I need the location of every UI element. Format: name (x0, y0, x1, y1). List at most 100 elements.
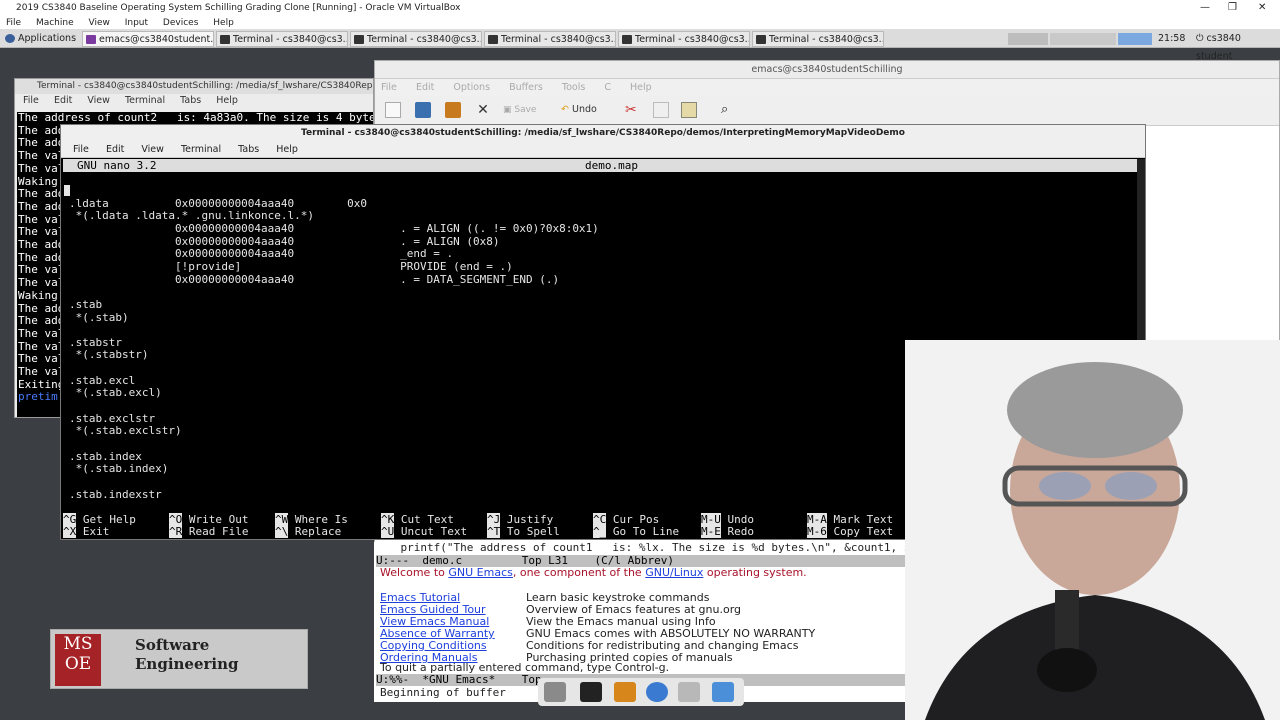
nano-menu-tabs[interactable]: Tabs (238, 144, 259, 155)
emacs-menu-buffers[interactable]: Buffers (509, 82, 543, 93)
task-terminal-2[interactable]: Terminal - cs3840@cs3... (350, 31, 482, 47)
bg-menu-view[interactable]: View (87, 95, 110, 106)
vb-menu-machine[interactable]: Machine (36, 18, 74, 28)
nano-window-title: Terminal - cs3840@cs3840studentSchilling… (61, 125, 1145, 141)
task-terminal-5[interactable]: Terminal - cs3840@cs3... (752, 31, 884, 47)
nano-filename: demo.map (585, 159, 638, 172)
nano-menu-help[interactable]: Help (276, 144, 298, 155)
nano-shortcut[interactable]: ^U Uncut Text (381, 525, 468, 539)
task-terminal-4[interactable]: Terminal - cs3840@cs3... (618, 31, 750, 47)
terminal-launcher-icon[interactable] (580, 682, 602, 702)
search-icon[interactable]: ⌕ (721, 102, 737, 118)
nano-shortcut[interactable]: M-6 Copy Text (807, 525, 894, 539)
vb-menu-file[interactable]: File (6, 18, 21, 28)
dired-icon[interactable] (445, 102, 461, 118)
workspace-switcher-2[interactable] (1050, 33, 1116, 45)
gnu-emacs-link[interactable]: GNU Emacs (448, 566, 513, 579)
undo-icon: ↶ (561, 104, 569, 115)
msoe-logo-text: Software Engineering (135, 636, 239, 673)
task-terminal-3[interactable]: Terminal - cs3840@cs3... (484, 31, 616, 47)
shortcut-label: Replace (294, 525, 342, 538)
emacs-menu-tools[interactable]: Tools (562, 82, 585, 93)
vb-menu-devices[interactable]: Devices (163, 18, 198, 28)
nano-shortcut[interactable]: ^\ Replace (275, 525, 342, 539)
bg-menu-help[interactable]: Help (216, 95, 238, 106)
show-desktop-icon[interactable] (544, 682, 566, 702)
minimize-icon[interactable]: — (1200, 0, 1210, 16)
shortcut-key: ^U (381, 525, 395, 538)
applications-icon (5, 34, 15, 43)
web-browser-icon[interactable] (646, 682, 668, 702)
nano-header-bar: GNU nano 3.2 demo.map (63, 159, 1137, 172)
nano-shortcut[interactable]: ^R Read File (169, 525, 248, 539)
bg-terminal-title: Terminal - cs3840@cs3840studentSchilling… (15, 79, 373, 94)
bg-terminal-menu: File Edit View Terminal Tabs Help (15, 94, 373, 108)
nano-text-line: 0x00000000004aaa40 . = ALIGN ((. != 0x0)… (69, 221, 599, 235)
nano-menu-terminal[interactable]: Terminal (181, 144, 221, 155)
open-file-icon[interactable] (415, 102, 431, 118)
nano-menu-file[interactable]: File (73, 144, 89, 155)
bg-menu-edit[interactable]: Edit (54, 95, 72, 106)
clock: 21:58 (1158, 33, 1186, 44)
shortcut-key: ^X (63, 525, 77, 538)
bg-menu-terminal[interactable]: Terminal (125, 95, 165, 106)
vb-menu-input[interactable]: Input (125, 18, 148, 28)
restore-icon[interactable]: ❐ (1228, 0, 1237, 16)
echo-area: Beginning of buffer (380, 686, 506, 699)
file-manager-icon[interactable] (614, 682, 636, 702)
nano-window-menu: File Edit View Terminal Tabs Help (61, 141, 1145, 158)
task-emacs[interactable]: emacs@cs3840student... (82, 31, 214, 47)
app-finder-icon[interactable] (678, 682, 700, 702)
bg-menu-file[interactable]: File (23, 95, 39, 106)
nano-menu-edit[interactable]: Edit (106, 144, 124, 155)
close-icon[interactable]: ✕ (1258, 0, 1266, 16)
shortcut-key: ^R (169, 525, 183, 538)
nano-menu-view[interactable]: View (141, 144, 164, 155)
emacs-title: emacs@cs3840studentSchilling (751, 64, 903, 75)
terminal-icon (488, 35, 498, 44)
nano-text-line: *(.stab.index) (69, 462, 169, 476)
terminal-icon (622, 35, 632, 44)
vb-menu-view[interactable]: View (89, 18, 110, 28)
paste-icon[interactable] (681, 102, 697, 118)
folder-icon[interactable] (712, 682, 734, 702)
top-panel: Applications emacs@cs3840student... Term… (0, 30, 1280, 62)
terminal-icon (220, 35, 230, 44)
emacs-title-bar: emacs@cs3840studentSchilling (375, 61, 1279, 79)
emacs-menu-options[interactable]: Options (453, 82, 490, 93)
bg-menu-tabs[interactable]: Tabs (180, 95, 201, 106)
shortcut-label: Redo (727, 525, 755, 538)
workspace-switcher-1[interactable] (1008, 33, 1048, 45)
undo-button[interactable]: ↶ Undo (561, 102, 605, 118)
new-file-icon[interactable] (385, 102, 401, 118)
user-icon: ⏻ (1196, 33, 1204, 44)
gnu-linux-link[interactable]: GNU/Linux (645, 566, 703, 579)
nano-shortcut[interactable]: ^X Exit (63, 525, 110, 539)
emacs-menu-c[interactable]: C (604, 82, 611, 93)
shortcut-label: Copy Text (833, 525, 894, 538)
nano-text-line: *(.stab.exclstr) (69, 424, 182, 438)
virtualbox-title-bar: 2019 CS3840 Baseline Operating System Sc… (0, 0, 1280, 16)
emacs-menu-edit[interactable]: Edit (416, 82, 434, 93)
shortcut-label: To Spell (506, 525, 560, 538)
emacs-menu-help[interactable]: Help (630, 82, 652, 93)
emacs-menu-file[interactable]: File (381, 82, 397, 93)
nano-shortcut[interactable]: M-E Redo (701, 525, 755, 539)
workspace-switcher-active[interactable] (1118, 33, 1152, 45)
nano-shortcut[interactable]: ^_ Go To Line (593, 525, 679, 539)
shortcut-label: Exit (82, 525, 110, 538)
shortcut-label: Uncut Text (400, 525, 468, 538)
nano-shortcut[interactable]: ^T To Spell (487, 525, 560, 539)
presenter-webcam (905, 340, 1280, 720)
copy-icon[interactable] (653, 102, 669, 118)
virtualbox-title: 2019 CS3840 Baseline Operating System Sc… (16, 3, 461, 13)
cut-icon[interactable]: ✂ (625, 102, 641, 118)
task-terminal-1[interactable]: Terminal - cs3840@cs3... (216, 31, 348, 47)
vb-menu-help[interactable]: Help (213, 18, 234, 28)
nano-text-line: 0x00000000004aaa40 . = DATA_SEGMENT_END … (69, 272, 560, 286)
msoe-logo: MS OE Software Engineering (50, 629, 308, 689)
applications-menu[interactable]: Applications (2, 31, 78, 47)
save-button[interactable]: ▣ Save (503, 102, 543, 118)
welcome-line: Welcome to GNU Emacs, one component of t… (380, 566, 807, 579)
close-buffer-icon[interactable]: ✕ (475, 102, 491, 118)
